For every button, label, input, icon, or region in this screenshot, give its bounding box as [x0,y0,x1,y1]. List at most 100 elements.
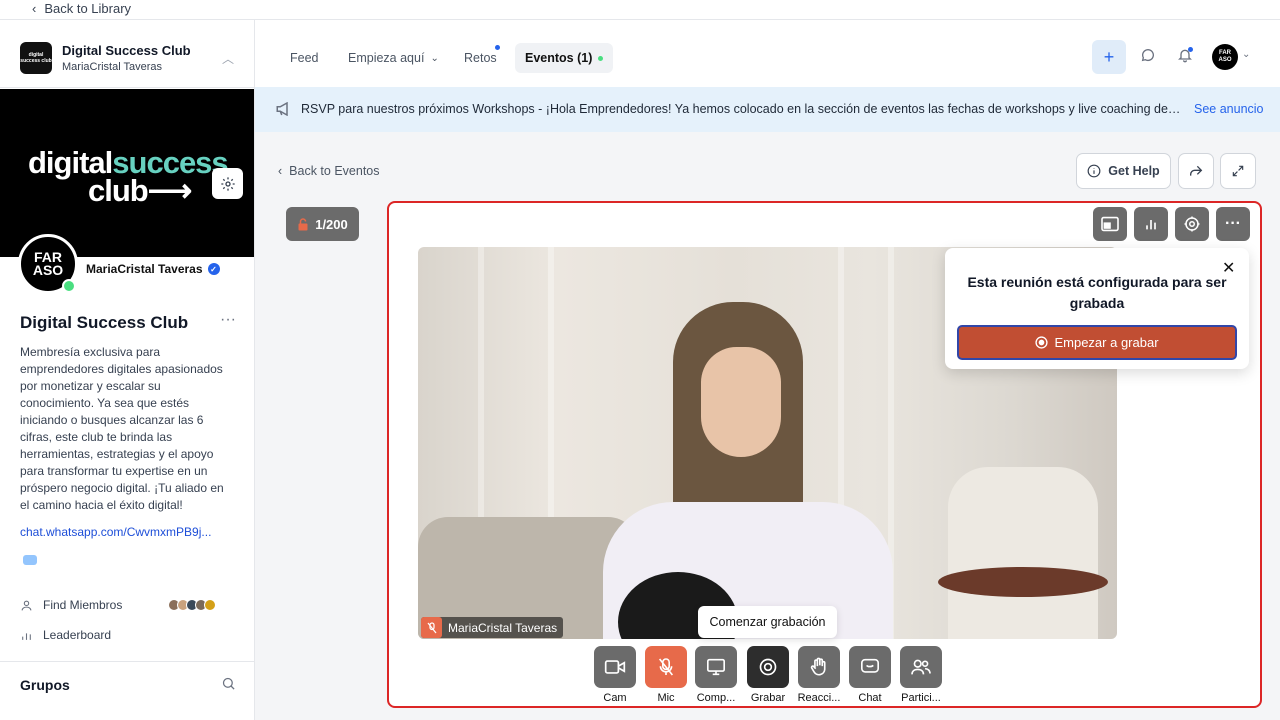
meeting-settings-button[interactable] [1175,207,1209,241]
back-to-events-label: Back to Eventos [289,164,380,178]
participant-name: MariaCristal Taveras [448,620,558,635]
record-label: Grabar [750,692,786,704]
search-icon [222,677,235,690]
start-recording-button[interactable]: Empezar a grabar [957,325,1237,360]
mic-off-icon [658,658,674,676]
chevron-left-icon: ‹ [32,1,37,16]
find-members-label: Find Miembros [43,598,123,612]
record-icon [1035,336,1049,349]
stats-button[interactable] [1134,207,1168,241]
hand-icon [810,657,826,676]
chevron-down-icon: ⌄ [430,52,439,64]
gear-icon [1184,216,1200,232]
messages-button[interactable] [1140,47,1156,68]
reactions-button[interactable] [798,646,840,688]
back-to-library-label: Back to Library [44,1,132,16]
leaderboard-label: Leaderboard [43,628,112,642]
record-button[interactable] [747,646,789,688]
record-tooltip: Comenzar grabación [698,606,837,638]
tab-label: Empieza aquí [348,51,425,65]
chat-label: Chat [858,692,882,704]
back-to-library-link[interactable]: ‹ Back to Library [32,1,131,16]
youtube-icon[interactable] [23,555,37,565]
share-arrow-icon [1190,165,1203,176]
armchair [948,467,1098,639]
chevron-down-icon[interactable]: ⌄ [1242,49,1250,60]
chevron-up-icon: ︿ [222,52,235,66]
club-banner: digitalsuccess club⟶ [0,89,254,257]
top-nav: Feed Empieza aquí ⌄ Retos Eventos (1) + … [255,20,1280,87]
layout-button[interactable] [1093,207,1127,241]
participant-name-tag: MariaCristal Taveras [421,617,564,638]
banner-settings-button[interactable] [212,168,243,199]
record-icon [759,658,777,676]
lock-counter-badge[interactable]: 1/200 [286,207,359,241]
bar-chart-icon [22,632,31,640]
start-recording-label: Empezar a grabar [1054,335,1159,350]
tab-label: Eventos (1) [525,51,593,65]
owner-name-row[interactable]: MariaCristal Taveras ✓ [86,262,220,276]
participants-button[interactable] [900,646,942,688]
chevron-left-icon: ‹ [278,164,283,178]
side-table [938,567,1108,597]
share-screen-label: Comp... [696,692,736,704]
more-dots-icon: ··· [1225,215,1241,232]
get-help-label: Get Help [1108,164,1160,178]
tab-feed[interactable]: Feed [290,43,319,73]
back-to-events-link[interactable]: ‹ Back to Eventos [278,164,380,178]
people-icon [911,659,931,675]
tab-retos[interactable]: Retos [464,43,497,73]
more-options-icon[interactable]: ··· [220,311,236,329]
notifications-button[interactable] [1177,47,1193,68]
info-icon [1087,164,1101,178]
announcement-bar: RSVP para nuestros próximos Workshops - … [255,87,1280,132]
mic-button[interactable] [645,646,687,688]
groups-heading: Grupos [20,677,70,693]
group-title: Digital Success Club [20,313,189,332]
see-announcement-link[interactable]: See anuncio [1194,102,1264,116]
club-owner: MariaCristal Taveras [62,61,163,73]
plus-icon: + [1103,46,1115,67]
club-switcher[interactable]: digital success club Digital Success Clu… [0,30,254,88]
groups-search-button[interactable] [221,676,236,696]
megaphone-icon [276,102,288,116]
camera-button[interactable] [594,646,636,688]
banner-logo-line2: club⟶ [88,173,192,208]
notification-dot [1188,47,1193,52]
get-help-button[interactable]: Get Help [1076,153,1171,189]
expand-icon [1232,165,1244,177]
mic-off-icon [421,617,442,638]
person-face [701,347,781,457]
tab-eventos[interactable]: Eventos (1) [515,43,614,73]
group-description: Membresía exclusiva para emprendedores d… [20,345,224,512]
sidebar: digital success club Digital Success Clu… [0,20,255,720]
announcement-text: RSVP para nuestros próximos Workshops - … [301,102,1181,116]
participants-label: Partici... [901,692,941,704]
find-members-item[interactable]: Find Miembros [20,598,122,612]
live-dot [598,55,604,61]
share-screen-button[interactable] [695,646,737,688]
layout-icon [1101,216,1119,232]
recording-popup: ✕ Esta reunión está configurada para ser… [945,248,1249,369]
whatsapp-link[interactable]: chat.whatsapp.com/CwvmxmPB9j... [20,525,211,539]
club-logo-small: digital success club [20,42,52,74]
divider [0,661,254,662]
chat-bubble-icon [1141,49,1154,62]
more-button[interactable]: ··· [1216,207,1250,241]
user-avatar[interactable]: FAR ASO [1212,44,1238,70]
new-indicator-dot [495,45,500,50]
reactions-label: Reacci... [797,692,841,704]
online-status-dot [62,279,76,293]
verified-icon: ✓ [207,263,220,275]
share-button[interactable] [1178,153,1214,189]
club-name: Digital Success Club [62,43,191,58]
tab-empieza-aqui[interactable]: Empieza aquí ⌄ [348,43,439,73]
top-strip: ‹ Back to Library [0,0,1280,20]
leaderboard-item[interactable]: Leaderboard [20,628,111,642]
fullscreen-button[interactable] [1220,153,1256,189]
add-button[interactable]: + [1092,40,1126,74]
chat-button[interactable] [849,646,891,688]
owner-name: MariaCristal Taveras [86,262,203,276]
chat-bubble-icon [861,658,879,673]
mic-label: Mic [657,692,675,704]
